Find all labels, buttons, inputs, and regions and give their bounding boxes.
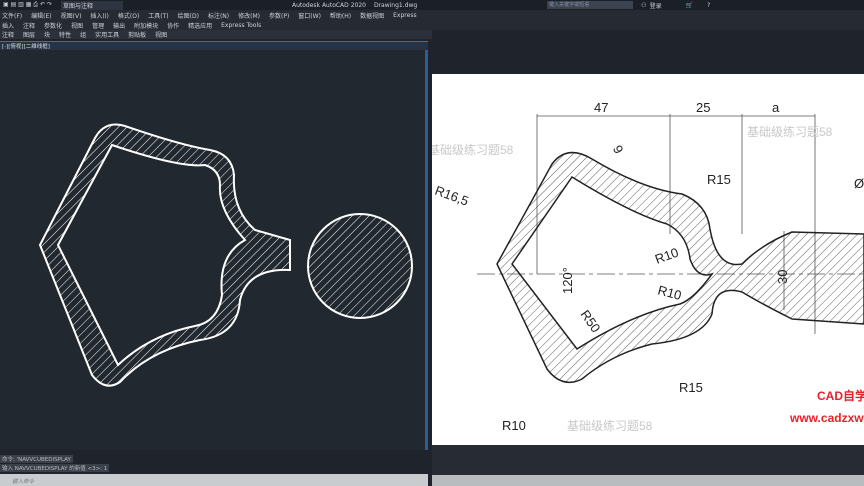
dim-label: R16,5 [433, 183, 471, 209]
menu-item[interactable]: 窗口(W) [298, 11, 321, 20]
menu-item[interactable]: 格式(O) [118, 11, 139, 20]
reference-profile [496, 151, 864, 384]
dim-label: R10 [653, 245, 681, 267]
workspace-selector[interactable]: 草图与注释 [60, 0, 123, 10]
hatched-profile [38, 123, 291, 387]
command-input[interactable]: 键入命令 [0, 474, 428, 486]
viewport-label[interactable]: [-][俯视][二维线框] [0, 41, 428, 50]
dim-label: 47 [594, 100, 608, 115]
watermark: 基础级练习题58 [432, 142, 514, 157]
menu-item[interactable]: 视图(V) [61, 11, 82, 20]
ribbon-tab[interactable]: 插入 [2, 21, 14, 30]
menu-item[interactable]: 修改(M) [238, 11, 260, 20]
title-bar: ▣ ▤ ▥ ▦ ⎙ ↶ ↷ 草图与注释 Autodesk AutoCAD 202… [0, 0, 864, 10]
dim-label: 25 [696, 100, 710, 115]
menu-item[interactable]: 帮助(H) [330, 11, 351, 20]
command-history-line: 命令: 'NAVVCUBEDISPLAY [0, 455, 73, 463]
drawing-viewport[interactable] [0, 50, 428, 450]
panel-item[interactable]: 组 [80, 30, 86, 39]
ribbon-tab[interactable]: 注释 [23, 21, 35, 30]
dim-label: Ø [854, 176, 864, 191]
menu-item[interactable]: 工具(T) [148, 11, 168, 20]
watermark: 基础级练习题58 [747, 124, 833, 139]
dim-label: a [772, 100, 780, 115]
panel-item[interactable]: 特性 [59, 30, 71, 39]
file-name: Drawing1.dwg [373, 1, 418, 9]
quick-access-icons[interactable]: ▣ ▤ ▥ ▦ ⎙ ↶ ↷ [3, 1, 52, 9]
reference-image: 47 25 a R15 9 R16,5 R10 120° 30 R50 R10 … [428, 74, 864, 445]
reference-drawing: 47 25 a R15 9 R16,5 R10 120° 30 R50 R10 … [428, 100, 864, 433]
menu-item[interactable]: 编辑(E) [31, 11, 51, 20]
brand-url: www.cadzxw.com [789, 411, 864, 425]
ribbon-tabs: 插入 注释 参数化 视图 管理 输出 附加模块 协作 精选应用 Express Tools [0, 20, 864, 30]
ribbon-tab[interactable]: Express Tools [221, 22, 261, 29]
panel-item[interactable]: 实用工具 [95, 30, 119, 39]
dim-label: R15 [707, 172, 731, 187]
ribbon-tab[interactable]: 参数化 [44, 21, 62, 30]
app-title: Autodesk AutoCAD 2020 [292, 1, 366, 9]
ribbon-tab[interactable]: 协作 [167, 21, 179, 30]
panel-item[interactable]: 图层 [23, 30, 35, 39]
dim-label: R10 [656, 282, 683, 303]
menu-item[interactable]: 标注(N) [208, 11, 229, 20]
reference-status-strip [432, 475, 864, 486]
dim-label: 120° [560, 267, 575, 294]
brand-text: CAD自学网 [817, 388, 864, 403]
dim-label: R15 [679, 380, 703, 395]
menu-item[interactable]: 文件(F) [2, 11, 22, 20]
dim-label: R50 [578, 307, 604, 335]
panel-item[interactable]: 注释 [2, 30, 14, 39]
panel-item[interactable]: 剪贴板 [128, 30, 146, 39]
panel-bar: 注释 图层块特性组实用工具 剪贴板 视图 [0, 30, 432, 39]
help-icon[interactable]: ? [707, 2, 710, 9]
hatched-circle [307, 213, 413, 319]
menu-item[interactable]: 参数(P) [269, 11, 289, 20]
panel-item[interactable]: 块 [44, 30, 50, 39]
watermark: 基础级练习题58 [567, 418, 653, 433]
cad-drawing [38, 123, 413, 387]
command-history-line: 输入 NAVVCUBEDISPLAY 的新值 <3>: 1 [0, 464, 110, 472]
user-icon[interactable]: ⚇ [641, 2, 646, 9]
panel-item[interactable]: 视图 [155, 30, 167, 39]
dim-label: 9 [610, 143, 627, 157]
dim-label: R10 [502, 418, 526, 433]
ribbon-tab[interactable]: 管理 [92, 21, 104, 30]
menu-item[interactable]: 数据视图 [360, 11, 384, 20]
menu-item[interactable]: 插入(I) [90, 11, 108, 20]
login-link[interactable]: 登录 [650, 1, 662, 10]
menu-bar: 文件(F) 编辑(E) 视图(V) 插入(I) 格式(O) 工具(T) 绘图(D) 标注(N)… [0, 10, 864, 20]
menu-item[interactable]: 绘图(D) [178, 11, 199, 20]
menu-item[interactable]: Express [393, 12, 416, 19]
cart-icon[interactable]: 🛒 [686, 2, 693, 9]
ribbon-tab[interactable]: 附加模块 [134, 21, 158, 30]
dim-label: 30 [775, 270, 790, 284]
ribbon-tab[interactable]: 精选应用 [188, 21, 212, 30]
search-input[interactable]: 键入关键字或短语 [547, 1, 634, 9]
ribbon-tab[interactable]: 视图 [71, 21, 83, 30]
ribbon-tab[interactable]: 输出 [113, 21, 125, 30]
